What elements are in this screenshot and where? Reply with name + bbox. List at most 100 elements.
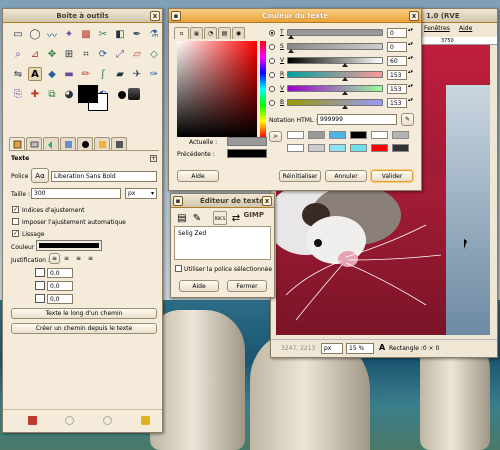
- color-picker-icon[interactable]: ⚗: [147, 27, 161, 41]
- zoom-icon[interactable]: ⌕: [11, 47, 25, 61]
- slider-knob-icon[interactable]: [288, 35, 294, 39]
- text-editor-titlebar[interactable]: ▪ Éditeur de texte GIMP x: [171, 194, 274, 219]
- justify-fill-button[interactable]: ≡: [85, 253, 96, 264]
- flip-icon[interactable]: ⇋: [11, 67, 25, 81]
- perspective-clone-icon[interactable]: ⧉: [45, 87, 59, 101]
- color-square[interactable]: [177, 41, 257, 137]
- rtl-direction-icon[interactable]: ⇄: [229, 211, 243, 225]
- active-brush-icon[interactable]: [118, 91, 126, 99]
- tab-devices[interactable]: [26, 137, 42, 151]
- shear-icon[interactable]: ▱: [130, 47, 144, 61]
- history-swatch[interactable]: [371, 144, 388, 152]
- tab-patterns[interactable]: [94, 137, 110, 151]
- text-color-button[interactable]: [36, 240, 102, 251]
- paths-icon[interactable]: ✒: [130, 27, 144, 41]
- tab-triangle[interactable]: ◔: [204, 27, 217, 39]
- toolbox-close-button[interactable]: x: [150, 11, 160, 21]
- cancel-button[interactable]: Annuler: [325, 170, 367, 182]
- channel-radio-3[interactable]: [269, 72, 275, 78]
- delete-options-icon[interactable]: [103, 416, 112, 425]
- fuzzy-select-icon[interactable]: ✦: [62, 27, 76, 41]
- rect-select-icon[interactable]: ▭: [11, 27, 25, 41]
- free-select-icon[interactable]: 〰: [45, 27, 59, 42]
- spin-arrows-icon[interactable]: ▴▾: [408, 56, 414, 66]
- channel-value-3[interactable]: 153: [387, 70, 407, 80]
- crop-icon[interactable]: ⌗: [79, 47, 93, 61]
- history-swatch[interactable]: [287, 131, 304, 139]
- ok-button[interactable]: Valider: [371, 170, 413, 182]
- blur-icon[interactable]: ◕: [62, 87, 76, 101]
- hinting-checkbox[interactable]: ✓: [12, 206, 19, 213]
- color-help-button[interactable]: Aide: [177, 170, 219, 182]
- channel-slider-4[interactable]: [287, 85, 383, 95]
- active-pattern-icon[interactable]: [128, 88, 140, 100]
- clone-icon[interactable]: ⎘: [11, 87, 25, 101]
- zoom-select[interactable]: 15 %: [346, 343, 374, 354]
- antialias-checkbox[interactable]: ✓: [12, 230, 19, 237]
- text-along-path-button[interactable]: Texte le long d'un chemin: [11, 308, 157, 319]
- channel-slider-1[interactable]: [287, 43, 383, 53]
- channel-value-0[interactable]: 0: [387, 28, 407, 38]
- size-input[interactable]: 300: [31, 188, 121, 199]
- channel-value-5[interactable]: 153: [387, 98, 407, 108]
- channel-value-1[interactable]: 0: [387, 42, 407, 52]
- add-to-history-button[interactable]: >: [269, 131, 282, 142]
- tab-tool-options[interactable]: [9, 137, 25, 151]
- spin-arrows-icon[interactable]: ▴▾: [408, 70, 414, 80]
- rotate-icon[interactable]: ⟳: [96, 47, 110, 61]
- color-dialog-menu-button[interactable]: ▪: [171, 11, 181, 21]
- spin-arrows-icon[interactable]: ▴▾: [408, 28, 414, 38]
- scale-icon[interactable]: ⤢: [113, 47, 127, 61]
- toolbox-titlebar[interactable]: Boîte à outils x: [3, 9, 162, 23]
- html-notation-input[interactable]: 999999: [317, 114, 397, 125]
- channel-value-4[interactable]: 153: [387, 84, 407, 94]
- perspective-icon[interactable]: ◇: [147, 47, 161, 61]
- path-from-text-button[interactable]: Créer un chemin depuis le texte: [11, 323, 157, 334]
- eraser-icon[interactable]: ▰: [113, 67, 127, 81]
- color-dialog-titlebar[interactable]: ▪ Couleur du texte x: [169, 9, 421, 23]
- justify-left-button[interactable]: ≡: [49, 253, 60, 264]
- text-editor-close-button[interactable]: x: [262, 196, 272, 206]
- slider-knob-icon[interactable]: [342, 63, 348, 67]
- history-swatch[interactable]: [329, 144, 346, 152]
- pencil-icon[interactable]: ✏: [79, 67, 93, 81]
- save-options-icon[interactable]: [28, 416, 37, 425]
- foreground-color-swatch[interactable]: [78, 85, 98, 103]
- tab-images[interactable]: [60, 137, 76, 151]
- color-select-icon[interactable]: ▩: [79, 27, 93, 41]
- history-swatch[interactable]: [392, 144, 409, 152]
- ink-icon[interactable]: ✑: [147, 67, 161, 81]
- text-icon[interactable]: A: [28, 67, 42, 81]
- channel-radio-0[interactable]: [269, 30, 275, 36]
- eyedropper-button[interactable]: ✎: [401, 113, 414, 126]
- history-swatch[interactable]: [329, 131, 346, 139]
- ltr-direction-icon[interactable]: RBCS: [213, 211, 227, 225]
- justify-center-button[interactable]: ≡: [73, 253, 84, 264]
- indent-input[interactable]: 0,0: [47, 268, 73, 278]
- history-swatch[interactable]: [350, 144, 367, 152]
- foreground-select-icon[interactable]: ◧: [113, 27, 127, 41]
- channel-value-2[interactable]: 60: [387, 56, 407, 66]
- open-text-icon[interactable]: ▤: [175, 211, 189, 225]
- scissors-icon[interactable]: ✂: [96, 27, 110, 41]
- hue-strip[interactable]: [260, 41, 266, 137]
- restore-options-icon[interactable]: [65, 416, 74, 425]
- airbrush-icon[interactable]: ✈: [130, 67, 144, 81]
- channel-radio-2[interactable]: [269, 58, 275, 64]
- bucket-fill-icon[interactable]: ◆: [45, 67, 59, 81]
- ellipse-select-icon[interactable]: ◯: [28, 27, 42, 41]
- channel-slider-5[interactable]: [287, 99, 383, 109]
- color-dialog-close-button[interactable]: x: [409, 11, 419, 21]
- history-swatch[interactable]: [371, 131, 388, 139]
- heal-icon[interactable]: ✚: [28, 87, 42, 101]
- paintbrush-icon[interactable]: ʃ: [96, 67, 110, 81]
- text-editor-close-btn[interactable]: Fermer: [227, 280, 267, 292]
- channel-radio-5[interactable]: [269, 100, 275, 106]
- tab-watercolor[interactable]: ▤: [218, 27, 231, 39]
- move-icon[interactable]: ✥: [45, 47, 59, 61]
- align-icon[interactable]: ⊞: [62, 47, 76, 61]
- history-swatch[interactable]: [392, 131, 409, 139]
- slider-knob-icon[interactable]: [342, 105, 348, 109]
- channel-radio-4[interactable]: [269, 86, 275, 92]
- clear-text-icon[interactable]: ✎: [190, 211, 204, 225]
